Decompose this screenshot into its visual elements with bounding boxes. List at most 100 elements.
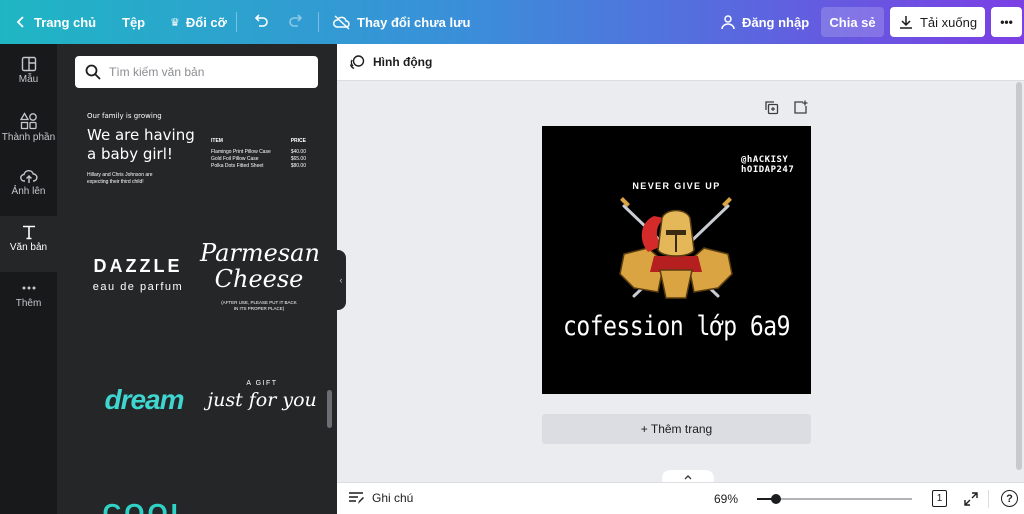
- design-handle-2: hOIDAP247: [741, 165, 795, 175]
- home-button[interactable]: Trang chủ: [14, 0, 96, 44]
- template-icon: [21, 56, 36, 72]
- file-menu-button[interactable]: Tệp: [122, 0, 145, 44]
- top-toolbar: Trang chủ Tệp ♛ Đổi cỡ Thay đổi chưa lưu…: [0, 0, 1024, 44]
- toolbar-divider: [318, 12, 319, 32]
- panel-scrollbar[interactable]: [327, 390, 332, 428]
- chevron-up-icon: [684, 475, 692, 480]
- save-status-label: Thay đổi chưa lưu: [357, 14, 471, 30]
- help-button[interactable]: ?: [1001, 490, 1018, 507]
- search-input[interactable]: Tìm kiếm văn bản: [75, 56, 318, 88]
- tile-dazzle-sub: eau de parfum: [92, 281, 184, 293]
- price-row: Polka Dots Fitted Sheet $80.00: [211, 163, 306, 170]
- duplicate-page-icon[interactable]: [764, 100, 779, 115]
- rail-item-elements[interactable]: Thành phần: [0, 104, 57, 160]
- knight-emblem-icon: [619, 197, 733, 299]
- search-placeholder: Tìm kiếm văn bản: [109, 65, 205, 79]
- rail-label-templates: Mẫu: [18, 74, 39, 85]
- notes-icon: [349, 492, 364, 504]
- zoom-value[interactable]: 69%: [714, 492, 738, 506]
- editor-footer: Ghi chú 69% 1 ?: [337, 482, 1024, 514]
- text-template-cool[interactable]: COOL: [87, 500, 205, 514]
- canvas-scrollbar[interactable]: [1014, 82, 1024, 470]
- rail-label-more: Thêm: [15, 298, 42, 309]
- home-label: Trang chủ: [34, 14, 97, 30]
- design-motto: NEVER GIVE UP: [632, 181, 721, 191]
- undo-button[interactable]: [252, 0, 270, 44]
- search-icon: [85, 64, 101, 80]
- design-handle-1: @hACKISY: [741, 155, 789, 165]
- page-count-button[interactable]: 1: [932, 490, 947, 507]
- undo-icon: [254, 14, 268, 27]
- page-actions: [764, 100, 808, 115]
- text-template-dazzle[interactable]: DAZZLE eau de parfum: [79, 256, 197, 293]
- tile-baby-foot1: Hillary and Chris Johnson are: [87, 172, 153, 178]
- redo-icon: [289, 14, 303, 27]
- price-row-item: Flamingo Print Pillow Case: [211, 149, 271, 155]
- page-count: 1: [936, 493, 943, 504]
- animate-button[interactable]: Hình động: [349, 54, 432, 70]
- toolbar-divider: [236, 12, 237, 32]
- tile-parmesan-foot2: IN ITS PROPER PLACE): [233, 306, 285, 311]
- text-template-parmesan[interactable]: Parmesan Cheese (AFTER USE, PLEASE PUT I…: [200, 239, 320, 312]
- rail-item-templates[interactable]: Mẫu: [0, 48, 57, 104]
- more-options-button[interactable]: •••: [991, 7, 1022, 37]
- resize-button[interactable]: ♛ Đổi cỡ: [170, 0, 227, 44]
- crown-icon: ♛: [170, 16, 180, 29]
- download-button[interactable]: Tải xuống: [890, 7, 985, 37]
- price-row-item: Polka Dots Fitted Sheet: [211, 163, 264, 169]
- collapse-panel-button[interactable]: ‹: [336, 250, 346, 310]
- design-page[interactable]: @hACKISY hOIDAP247 NEVER GIVE UP cofessi…: [542, 126, 811, 394]
- add-page-icon[interactable]: [793, 100, 808, 115]
- download-label: Tải xuống: [919, 14, 978, 30]
- upload-cloud-icon: [19, 169, 38, 183]
- login-label: Đăng nhập: [742, 14, 810, 30]
- rail-item-text[interactable]: Văn bản: [0, 216, 57, 272]
- redo-button[interactable]: [287, 0, 305, 44]
- rail-label-uploads: Ảnh lên: [11, 186, 46, 197]
- rail-label-text: Văn bản: [9, 242, 48, 253]
- text-panel: Tìm kiếm văn bản Our family is growing W…: [57, 44, 337, 514]
- add-page-button[interactable]: + Thêm trang: [542, 414, 811, 444]
- zoom-slider-handle[interactable]: [771, 494, 781, 504]
- rail-item-more[interactable]: Thêm: [0, 272, 57, 328]
- text-template-price-list[interactable]: ITEM PRICE Flamingo Print Pillow Case $4…: [211, 138, 306, 170]
- notes-label: Ghi chú: [372, 491, 414, 505]
- rail-item-uploads[interactable]: Ảnh lên: [0, 160, 57, 216]
- editor-toolbar: Hình động: [337, 44, 1024, 81]
- price-row: Flamingo Print Pillow Case $40.00: [211, 149, 306, 156]
- tile-parmesan-line1: Parmesan: [200, 239, 320, 267]
- tile-baby-line2: a baby girl!: [87, 145, 173, 163]
- text-icon: [22, 225, 35, 240]
- cloud-off-icon: [333, 15, 350, 30]
- chevron-left-icon: [16, 16, 24, 28]
- zoom-slider[interactable]: [757, 494, 912, 504]
- price-head-price: PRICE: [290, 138, 306, 144]
- tile-dream-text: dream: [104, 384, 184, 415]
- tile-baby-small: Our family is growing: [87, 112, 162, 120]
- footer-divider: [988, 490, 989, 508]
- file-label: Tệp: [122, 14, 146, 30]
- tile-gift-script: just for you: [207, 389, 317, 411]
- tile-cool-text: COOL: [87, 500, 205, 514]
- resize-label: Đổi cỡ: [185, 14, 227, 30]
- price-row-item: Gold Foil Pillow Case: [211, 156, 259, 162]
- tile-gift-small: A GIFT: [246, 380, 278, 387]
- price-row: Gold Foil Pillow Case $65.00: [211, 156, 306, 163]
- notes-button[interactable]: Ghi chú: [348, 491, 413, 505]
- text-template-baby[interactable]: Our family is growing We are having a ba…: [87, 112, 205, 186]
- text-template-gift[interactable]: A GIFT just for you: [203, 380, 321, 411]
- tile-baby-line1: We are having: [87, 126, 195, 144]
- chevron-left-icon: ‹: [339, 275, 343, 285]
- tile-dazzle-title: DAZZLE: [93, 256, 183, 276]
- canvas-scroll-thumb[interactable]: [1016, 82, 1022, 470]
- more-options-icon: •••: [1000, 15, 1013, 29]
- save-status[interactable]: Thay đổi chưa lưu: [333, 0, 470, 44]
- price-row-price: $40.00: [290, 149, 306, 155]
- text-template-dream[interactable]: dream: [85, 384, 203, 416]
- login-button[interactable]: Đăng nhập: [720, 0, 809, 44]
- animate-label: Hình động: [373, 55, 433, 69]
- share-button[interactable]: Chia sẻ: [821, 7, 884, 37]
- fullscreen-icon[interactable]: [964, 492, 978, 506]
- price-head-item: ITEM: [211, 138, 223, 144]
- price-row-price: $80.00: [290, 163, 306, 169]
